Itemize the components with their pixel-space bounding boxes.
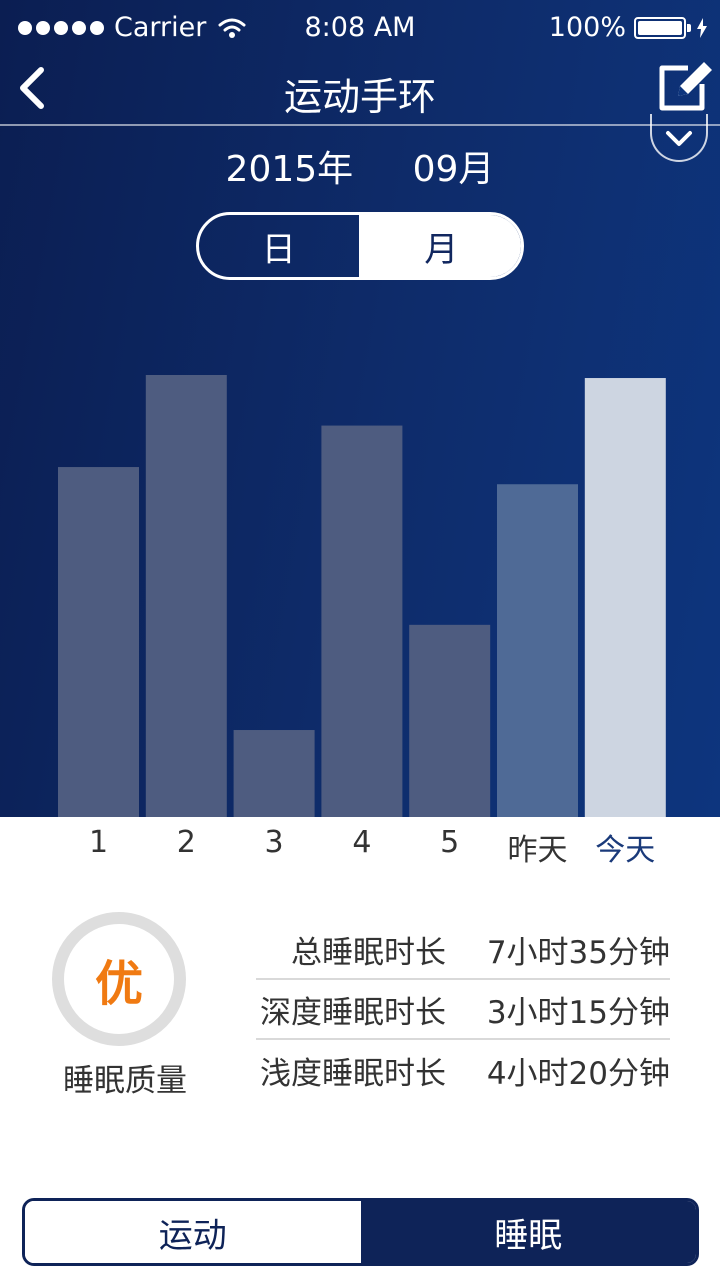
toggle-day[interactable]: 日 — [199, 215, 362, 277]
status-bar: Carrier 8:08 AM 100% — [0, 0, 720, 58]
chart-x-label[interactable]: 4 — [317, 825, 407, 860]
charging-icon — [697, 17, 707, 38]
edit-button[interactable] — [658, 60, 714, 112]
month-label: 09月 — [412, 149, 495, 190]
bottom-tab-bar: 运动 睡眠 — [22, 1198, 699, 1266]
chart-bar-4[interactable] — [321, 425, 403, 817]
chart-bar-6[interactable] — [497, 484, 578, 817]
battery-icon — [634, 16, 691, 39]
stat-value: 3小时15分钟 — [486, 994, 670, 1031]
sleep-bar-chart — [58, 375, 666, 817]
chart-x-label[interactable]: 5 — [405, 825, 495, 860]
stat-row-total: 总睡眠时长 7小时35分钟 — [256, 920, 670, 980]
edit-icon — [659, 62, 712, 111]
quality-ring: 优 — [52, 912, 186, 1046]
stat-label: 浅度睡眠时长 — [260, 1055, 446, 1092]
chart-bar-7[interactable] — [584, 378, 666, 817]
chart-bar-3[interactable] — [233, 730, 315, 817]
chart-x-label[interactable]: 2 — [141, 825, 231, 860]
chart-bar-2[interactable] — [145, 375, 227, 817]
header-panel: Carrier 8:08 AM 100% 运动手环 2015年 09月 日 月 — [0, 0, 720, 817]
nav-bar: 运动手环 — [0, 58, 720, 126]
stat-row-deep: 深度睡眠时长 3小时15分钟 — [256, 980, 670, 1040]
chart-x-label[interactable]: 3 — [229, 825, 319, 860]
quality-label: 睡眠质量 — [63, 1063, 187, 1099]
quality-grade: 优 — [94, 956, 143, 1012]
chart-x-label[interactable]: 今天 — [580, 825, 670, 869]
stat-value: 4小时20分钟 — [486, 1055, 670, 1092]
sleep-stats: 总睡眠时长 7小时35分钟 深度睡眠时长 3小时15分钟 浅度睡眠时长 4小时2… — [256, 920, 670, 1100]
stat-value: 7小时35分钟 — [486, 934, 670, 971]
toggle-month[interactable]: 月 — [361, 215, 521, 277]
stat-label: 深度睡眠时长 — [260, 994, 446, 1031]
date-display: 2015年 09月 — [0, 140, 720, 192]
tab-sleep[interactable]: 睡眠 — [360, 1201, 696, 1263]
period-toggle: 日 月 — [196, 212, 524, 280]
chart-x-label[interactable]: 1 — [54, 825, 144, 860]
chart-x-label[interactable]: 昨天 — [493, 825, 583, 869]
chart-x-labels: 1 2 3 4 5 昨天 今天 — [0, 817, 720, 877]
stat-row-light: 浅度睡眠时长 4小时20分钟 — [256, 1040, 670, 1100]
year-label: 2015年 — [225, 149, 354, 190]
stat-label: 总睡眠时长 — [291, 934, 446, 971]
status-right: 100% — [549, 12, 708, 43]
page-title: 运动手环 — [283, 75, 436, 119]
tab-sport[interactable]: 运动 — [25, 1201, 361, 1263]
battery-percent: 100% — [548, 12, 626, 43]
chart-bar-1[interactable] — [58, 467, 139, 817]
chart-bar-5[interactable] — [409, 624, 491, 817]
